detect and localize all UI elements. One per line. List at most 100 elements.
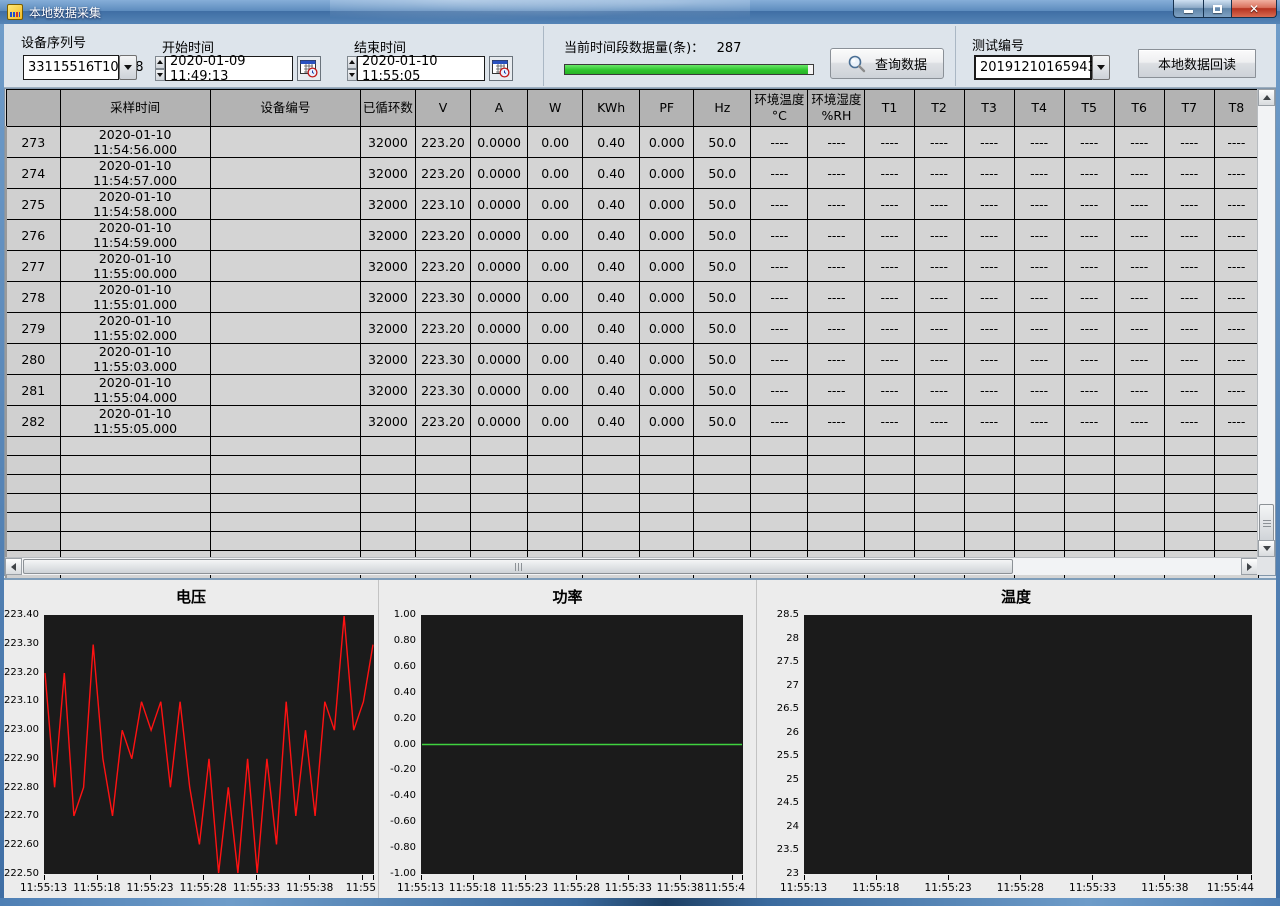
table-cell[interactable]: 0.40 xyxy=(583,220,640,251)
table-cell[interactable] xyxy=(210,251,360,282)
table-cell[interactable]: 50.0 xyxy=(694,375,751,406)
table-cell[interactable]: 0.40 xyxy=(583,344,640,375)
table-cell[interactable]: 50.0 xyxy=(694,344,751,375)
table-cell[interactable]: ---- xyxy=(1014,282,1064,313)
table-cell[interactable]: 2020-01-10 11:55:00.000 xyxy=(60,251,210,282)
table-cell[interactable]: ---- xyxy=(1064,406,1114,437)
table-cell[interactable]: 50.0 xyxy=(694,158,751,189)
table-cell[interactable]: 0.00 xyxy=(528,344,583,375)
title-bar[interactable]: 本地数据采集 ✕ xyxy=(0,0,1280,24)
table-cell[interactable]: 0.000 xyxy=(640,313,694,344)
table-cell[interactable]: 223.20 xyxy=(415,220,470,251)
table-cell[interactable]: ---- xyxy=(1114,282,1164,313)
horizontal-scrollbar[interactable] xyxy=(5,557,1259,575)
table-cell[interactable]: 0.00 xyxy=(528,158,583,189)
table-cell[interactable]: ---- xyxy=(964,127,1014,158)
table-cell[interactable]: ---- xyxy=(964,375,1014,406)
table-cell[interactable]: 2020-01-10 11:55:04.000 xyxy=(60,375,210,406)
table-cell[interactable]: ---- xyxy=(808,406,865,437)
table-cell[interactable]: ---- xyxy=(865,158,914,189)
table-cell[interactable]: 223.30 xyxy=(415,282,470,313)
close-button[interactable]: ✕ xyxy=(1231,0,1277,18)
query-data-button[interactable]: 查询数据 xyxy=(830,48,944,79)
table-cell[interactable]: ---- xyxy=(1064,220,1114,251)
minimize-button[interactable] xyxy=(1173,0,1204,18)
table-cell[interactable]: ---- xyxy=(808,313,865,344)
end-time-field[interactable]: 2020-01-10 11:55:05 xyxy=(357,56,485,81)
table-cell[interactable]: 275 xyxy=(6,189,60,220)
table-cell[interactable]: ---- xyxy=(1064,375,1114,406)
table-cell[interactable]: ---- xyxy=(914,251,964,282)
table-cell[interactable]: ---- xyxy=(1164,220,1214,251)
table-cell[interactable]: 50.0 xyxy=(694,189,751,220)
table-cell[interactable]: ---- xyxy=(1164,406,1214,437)
table-cell[interactable]: 282 xyxy=(6,406,60,437)
table-row[interactable]: 2782020-01-10 11:55:01.00032000223.300.0… xyxy=(6,282,1259,313)
table-cell[interactable] xyxy=(210,158,360,189)
table-cell[interactable]: 0.000 xyxy=(640,189,694,220)
table-cell[interactable]: 0.0000 xyxy=(471,251,528,282)
table-cell[interactable] xyxy=(210,313,360,344)
table-cell[interactable]: 2020-01-10 11:54:56.000 xyxy=(60,127,210,158)
table-cell[interactable]: ---- xyxy=(1014,251,1064,282)
table-cell[interactable]: 0.0000 xyxy=(471,344,528,375)
table-cell[interactable]: ---- xyxy=(1014,189,1064,220)
scroll-right-button[interactable] xyxy=(1241,558,1258,575)
table-cell[interactable]: 0.00 xyxy=(528,406,583,437)
table-cell[interactable]: ---- xyxy=(1214,344,1258,375)
table-cell[interactable]: ---- xyxy=(751,375,808,406)
table-cell[interactable]: 2020-01-10 11:55:05.000 xyxy=(60,406,210,437)
table-cell[interactable]: ---- xyxy=(1064,313,1114,344)
table-cell[interactable]: ---- xyxy=(1064,251,1114,282)
table-cell[interactable]: ---- xyxy=(1114,158,1164,189)
table-cell[interactable]: 0.0000 xyxy=(471,375,528,406)
table-cell[interactable]: ---- xyxy=(964,344,1014,375)
table-row[interactable]: 2732020-01-10 11:54:56.00032000223.200.0… xyxy=(6,127,1259,158)
table-cell[interactable]: 32000 xyxy=(360,127,415,158)
table-cell[interactable]: ---- xyxy=(1014,313,1064,344)
table-cell[interactable]: 0.00 xyxy=(528,375,583,406)
table-cell[interactable]: ---- xyxy=(1164,158,1214,189)
table-cell[interactable]: ---- xyxy=(914,127,964,158)
table-cell[interactable]: ---- xyxy=(808,220,865,251)
table-cell[interactable]: ---- xyxy=(751,127,808,158)
table-cell[interactable]: 0.000 xyxy=(640,282,694,313)
table-row[interactable]: 2822020-01-10 11:55:05.00032000223.200.0… xyxy=(6,406,1259,437)
table-cell[interactable]: ---- xyxy=(964,220,1014,251)
table-cell[interactable]: ---- xyxy=(1214,220,1258,251)
table-cell[interactable]: 0.0000 xyxy=(471,406,528,437)
test-id-combo[interactable]: 20191210165943 xyxy=(974,55,1092,80)
horizontal-scrollbar-thumb[interactable] xyxy=(23,559,1013,574)
table-cell[interactable]: 0.40 xyxy=(583,127,640,158)
scroll-left-button[interactable] xyxy=(5,558,22,575)
table-cell[interactable]: ---- xyxy=(808,344,865,375)
table-cell[interactable]: 50.0 xyxy=(694,127,751,158)
table-cell[interactable]: 32000 xyxy=(360,282,415,313)
table-cell[interactable]: ---- xyxy=(914,406,964,437)
table-cell[interactable]: ---- xyxy=(751,406,808,437)
table-cell[interactable]: ---- xyxy=(1014,344,1064,375)
table-cell[interactable]: ---- xyxy=(1214,127,1258,158)
table-cell[interactable]: 223.30 xyxy=(415,375,470,406)
table-cell[interactable]: ---- xyxy=(1014,158,1064,189)
table-cell[interactable]: 281 xyxy=(6,375,60,406)
table-cell[interactable]: 274 xyxy=(6,158,60,189)
spin-up-icon[interactable] xyxy=(155,56,165,69)
table-cell[interactable]: ---- xyxy=(1114,251,1164,282)
table-cell[interactable]: 279 xyxy=(6,313,60,344)
start-time-spinner[interactable] xyxy=(155,56,165,81)
table-cell[interactable]: ---- xyxy=(1164,313,1214,344)
table-cell[interactable]: ---- xyxy=(1014,127,1064,158)
table-row[interactable]: 2802020-01-10 11:55:03.00032000223.300.0… xyxy=(6,344,1259,375)
table-row[interactable]: 2742020-01-10 11:54:57.00032000223.200.0… xyxy=(6,158,1259,189)
table-cell[interactable]: 0.00 xyxy=(528,189,583,220)
table-cell[interactable]: 32000 xyxy=(360,375,415,406)
spin-down-icon[interactable] xyxy=(155,69,165,82)
table-cell[interactable]: 50.0 xyxy=(694,220,751,251)
table-cell[interactable]: 2020-01-10 11:54:57.000 xyxy=(60,158,210,189)
table-cell[interactable]: ---- xyxy=(1114,189,1164,220)
table-cell[interactable]: ---- xyxy=(914,158,964,189)
table-cell[interactable]: ---- xyxy=(1114,375,1164,406)
table-cell[interactable]: 0.000 xyxy=(640,220,694,251)
table-cell[interactable]: ---- xyxy=(1064,344,1114,375)
